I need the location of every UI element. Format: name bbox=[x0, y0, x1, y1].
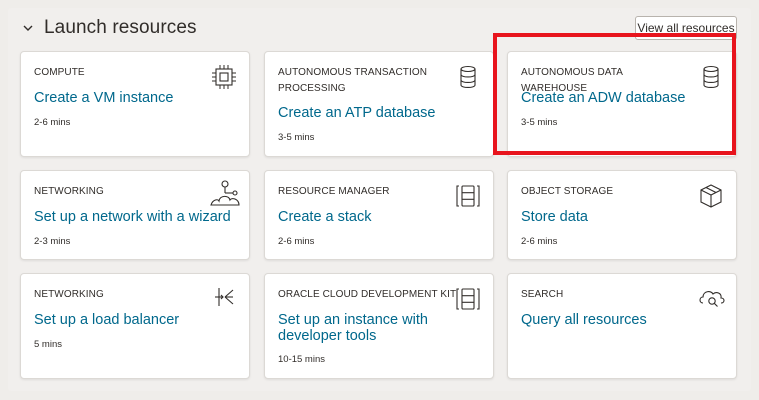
card-networking-wizard[interactable]: NETWORKING Set up a network with a wizar… bbox=[20, 170, 250, 260]
view-all-resources-button[interactable]: View all resources bbox=[635, 16, 737, 40]
card-action-link[interactable]: Query all resources bbox=[521, 312, 647, 328]
card-action-link[interactable]: Set up a load balancer bbox=[34, 312, 179, 328]
cloud-search-icon bbox=[698, 286, 726, 310]
card-compute[interactable]: COMPUTE Create a VM instance 2-6 mins bbox=[20, 51, 250, 157]
card-time: 2-6 mins bbox=[521, 236, 558, 247]
network-icon bbox=[209, 179, 241, 209]
card-networking-load-balancer[interactable]: NETWORKING Set up a load balancer 5 mins bbox=[20, 273, 250, 379]
card-autonomous-transaction-processing[interactable]: AUTONOMOUS TRANSACTION PROCESSING Create… bbox=[264, 51, 494, 157]
card-search[interactable]: SEARCH Query all resources bbox=[507, 273, 737, 379]
card-category: COMPUTE bbox=[34, 67, 85, 78]
card-autonomous-data-warehouse[interactable]: AUTONOMOUS DATA WAREHOUSE Create an ADW … bbox=[507, 51, 737, 157]
card-category: AUTONOMOUS TRANSACTION PROCESSING bbox=[278, 67, 428, 94]
chip-icon bbox=[211, 64, 237, 90]
database-icon bbox=[698, 64, 724, 90]
stack-icon bbox=[455, 183, 481, 209]
card-action-link[interactable]: Set up an instance with developer tools bbox=[278, 312, 448, 344]
load-balancer-icon bbox=[213, 286, 235, 308]
card-action-link[interactable]: Store data bbox=[521, 209, 588, 225]
database-icon bbox=[455, 64, 481, 90]
section-title: Launch resources bbox=[44, 17, 197, 38]
card-category: NETWORKING bbox=[34, 186, 104, 197]
card-action-link[interactable]: Create an ATP database bbox=[278, 105, 435, 121]
card-time: 2-3 mins bbox=[34, 236, 71, 247]
card-category: OBJECT STORAGE bbox=[521, 186, 614, 197]
chevron-down-icon[interactable] bbox=[22, 22, 34, 34]
stack-icon bbox=[455, 286, 481, 312]
card-time: 2-6 mins bbox=[278, 236, 315, 247]
card-time: 2-6 mins bbox=[34, 117, 71, 128]
card-category: ORACLE CLOUD DEVELOPMENT KIT bbox=[278, 289, 457, 300]
card-resource-manager[interactable]: RESOURCE MANAGER Create a stack 2-6 mins bbox=[264, 170, 494, 260]
card-action-link[interactable]: Create a VM instance bbox=[34, 90, 173, 106]
section-header: Launch resources View all resources bbox=[8, 8, 751, 48]
card-time: 10-15 mins bbox=[278, 354, 325, 365]
card-action-link[interactable]: Set up a network with a wizard bbox=[34, 209, 231, 225]
card-time: 3-5 mins bbox=[521, 117, 558, 128]
box-icon bbox=[698, 183, 724, 209]
card-object-storage[interactable]: OBJECT STORAGE Store data 2-6 mins bbox=[507, 170, 737, 260]
card-category: SEARCH bbox=[521, 289, 564, 300]
card-action-link[interactable]: Create an ADW database bbox=[521, 90, 685, 106]
card-oracle-cloud-development-kit[interactable]: ORACLE CLOUD DEVELOPMENT KIT Set up an i… bbox=[264, 273, 494, 379]
card-time: 3-5 mins bbox=[278, 132, 315, 143]
card-time: 5 mins bbox=[34, 339, 62, 350]
card-category: RESOURCE MANAGER bbox=[278, 186, 390, 197]
card-category: NETWORKING bbox=[34, 289, 104, 300]
card-action-link[interactable]: Create a stack bbox=[278, 209, 372, 225]
